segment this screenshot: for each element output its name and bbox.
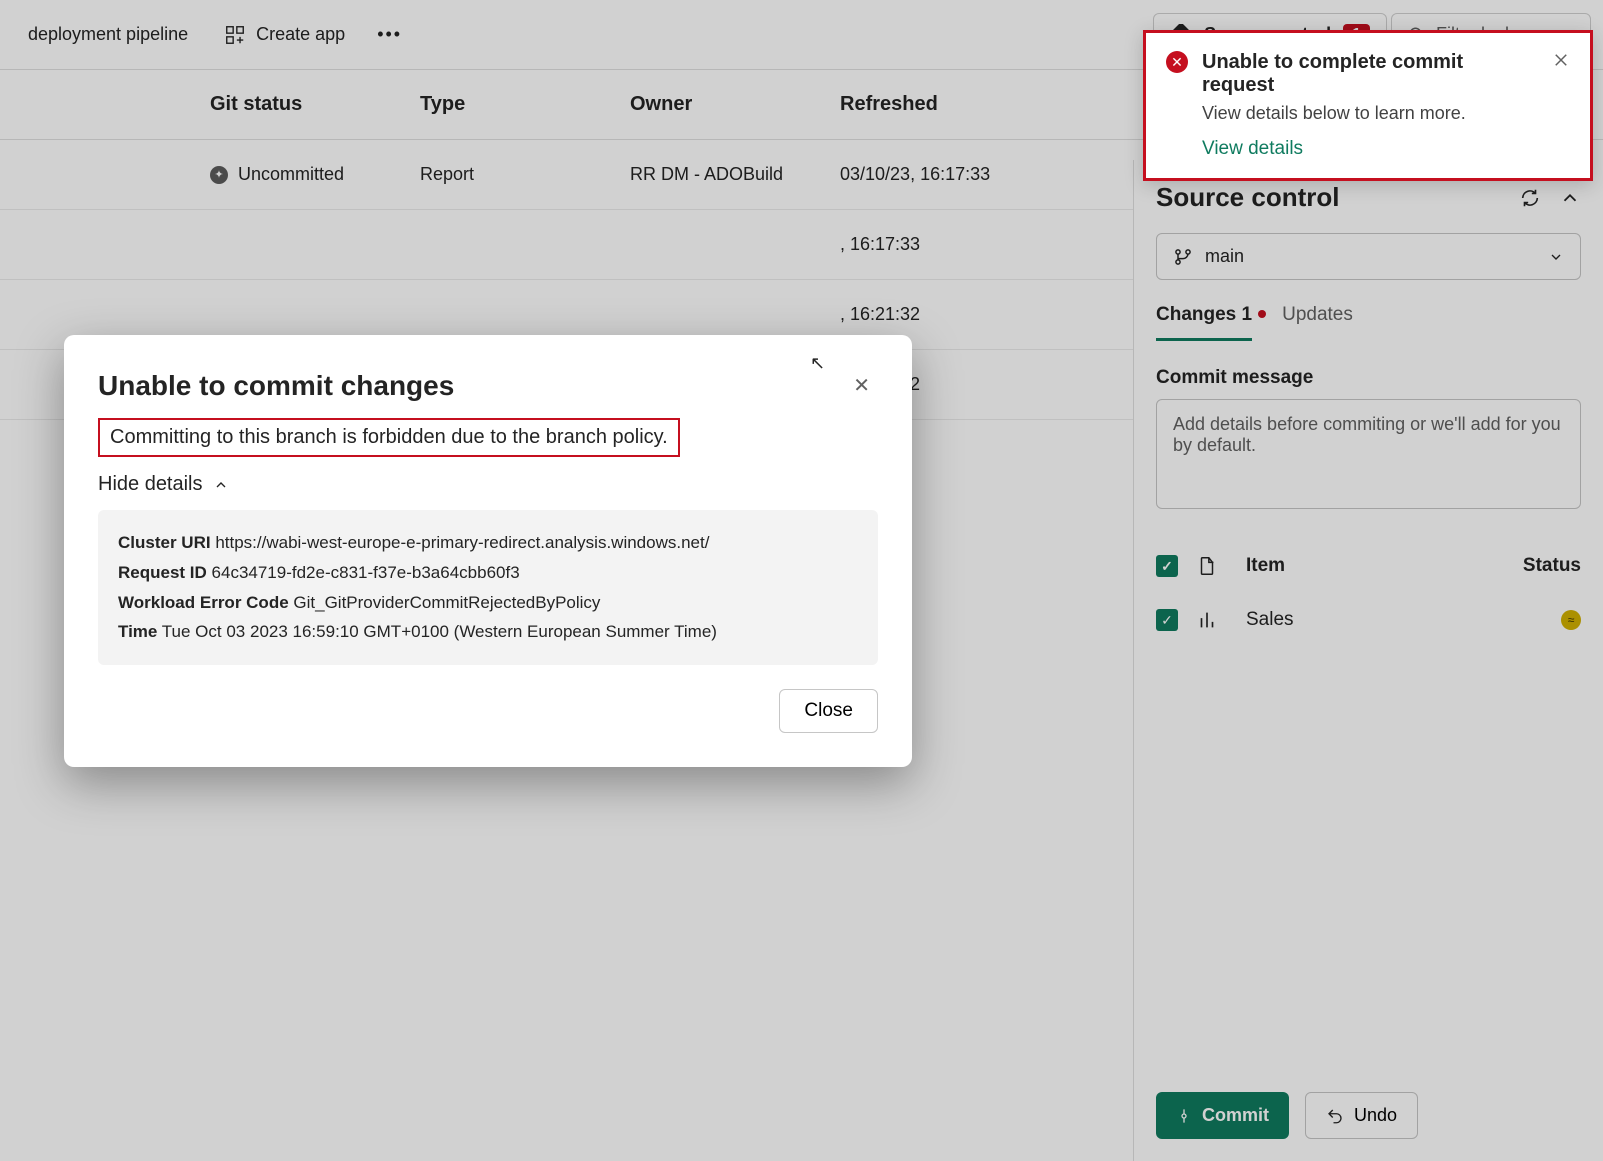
cell-refreshed: , 16:17:33 [840,234,1050,255]
deployment-pipeline-link[interactable]: deployment pipeline [12,16,204,53]
create-app-label: Create app [256,24,345,45]
deployment-pipeline-label: deployment pipeline [28,24,188,45]
modal-close-button[interactable]: Close [779,689,878,733]
col-type: Type [420,93,630,116]
source-control-panel: Source control main Changes 1 Updates Co… [1133,160,1603,1161]
commit-button[interactable]: Commit [1156,1092,1289,1139]
commit-icon [1176,1108,1192,1124]
cell-type: Report [420,164,630,185]
toast-message: View details below to learn more. [1202,103,1538,124]
cell-git-status: Uncommitted [238,164,344,185]
cell-owner: RR DM - ADOBuild [630,164,840,185]
chevron-down-icon [1548,249,1564,265]
branch-name: main [1205,246,1244,267]
file-icon [1196,555,1218,577]
cell-refreshed: 03/10/23, 16:17:33 [840,164,1050,185]
tab-changes[interactable]: Changes 1 [1156,304,1252,341]
commit-message-input[interactable]: Add details before commiting or we'll ad… [1156,399,1581,509]
chevron-up-icon [213,477,229,493]
items-head-status: Status [1511,555,1581,577]
error-modal: Unable to commit changes ✕ Committing to… [64,335,912,767]
undo-button[interactable]: Undo [1305,1092,1418,1139]
commit-message-label: Commit message [1156,367,1581,389]
tab-updates[interactable]: Updates [1282,304,1353,341]
create-app-link[interactable]: Create app [208,16,361,54]
col-git-status: Git status [210,93,420,116]
more-menu-button[interactable]: ••• [365,16,414,53]
toast-title: Unable to complete commit request [1202,51,1538,97]
panel-title: Source control [1156,182,1339,213]
hide-details-toggle[interactable]: Hide details [98,473,878,496]
branch-icon [1173,247,1193,267]
cell-refreshed: , 16:21:32 [840,304,1050,325]
items-head-item: Item [1246,555,1511,577]
item-checkbox[interactable]: ✓ [1156,609,1178,631]
item-row[interactable]: ✓ Sales ≈ [1156,593,1581,647]
chart-icon [1196,609,1218,631]
select-all-checkbox[interactable]: ✓ [1156,555,1178,577]
modal-reason: Committing to this branch is forbidden d… [98,418,680,457]
modal-title: Unable to commit changes [98,370,454,402]
chevron-up-icon[interactable] [1559,187,1581,209]
refresh-icon[interactable] [1519,187,1541,209]
col-owner: Owner [630,93,840,116]
status-modified-icon: ≈ [1561,610,1581,630]
error-toast: ✕ Unable to complete commit request View… [1143,30,1593,181]
close-icon [1552,51,1570,69]
uncommitted-icon: ✦ [210,166,228,184]
error-icon: ✕ [1166,51,1188,73]
col-refreshed: Refreshed [840,93,1050,116]
toast-view-details-link[interactable]: View details [1202,138,1538,160]
toast-close-button[interactable] [1552,51,1570,72]
undo-icon [1326,1107,1344,1125]
items-header: ✓ Item Status [1156,539,1581,593]
apps-icon [224,24,246,46]
modal-close-x[interactable]: ✕ [845,369,878,402]
item-name: Sales [1246,609,1511,631]
branch-selector[interactable]: main [1156,233,1581,280]
details-box: Cluster URI https://wabi-west-europe-e-p… [98,510,878,665]
